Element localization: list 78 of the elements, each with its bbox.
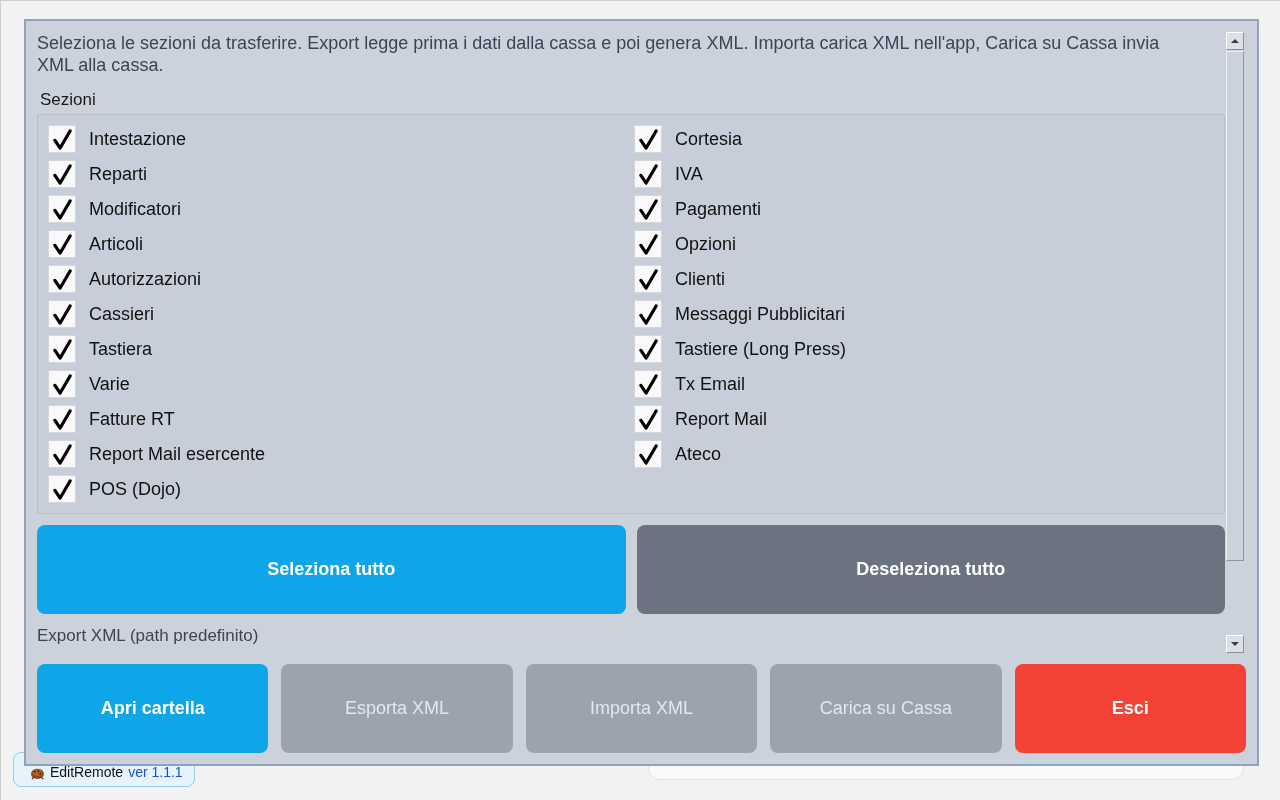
check-icon [52,233,72,255]
checkbox[interactable] [634,230,662,258]
checkbox[interactable] [634,160,662,188]
check-icon [52,408,72,430]
checkbox[interactable] [48,440,76,468]
sections-label: Sezioni [40,90,96,110]
checkbox[interactable] [48,125,76,153]
checkbox-label: Opzioni [675,233,737,255]
checkbox[interactable] [48,195,76,223]
export-label: Export XML (path predefinito) [37,625,259,647]
description-text: Seleziona le sezioni da trasferire. Export legge prima i dati dalla cassa e poi genera XML. Importa carica XML nell'app, Carica su Cassa invia XML alla cassa. [37,32,1161,76]
check-icon [52,163,72,185]
checkbox-label: Ateco [675,443,722,465]
check-icon [638,408,658,430]
checkbox[interactable] [48,265,76,293]
check-icon [52,198,72,220]
check-icon [52,478,72,500]
app-name: EditRemote [50,764,124,780]
checkbox[interactable] [48,300,76,328]
checkbox-label: Cortesia [675,128,743,150]
checkbox-label: Tastiera [89,338,153,360]
check-icon [638,163,658,185]
check-icon [52,373,72,395]
check-icon [52,338,72,360]
checkbox[interactable] [634,300,662,328]
check-icon [638,233,658,255]
scroll-down-button[interactable] [1226,635,1244,653]
checkbox-label: Report Mail esercente [89,443,266,465]
version-label: ver 1.1.1 [128,764,183,780]
checkbox-label: POS (Dojo) [89,478,182,500]
checkbox[interactable] [634,195,662,223]
checkbox-label: Tx Email [675,373,745,395]
check-icon [52,443,72,465]
action-button[interactable]: Apri cartella [37,664,269,753]
checkbox-label: Messaggi Pubblicitari [675,303,846,325]
check-icon [638,198,658,220]
checkbox[interactable] [634,335,662,363]
checkbox[interactable] [48,335,76,363]
check-icon [52,303,72,325]
checkbox-label: Pagamenti [675,198,762,220]
checkbox[interactable] [634,440,662,468]
check-icon [638,268,658,290]
checkbox-label: Fatture RT [89,408,175,430]
check-icon [638,338,658,360]
check-icon [638,303,658,325]
check-icon [52,128,72,150]
up-arrow-icon [1231,39,1239,43]
checkbox[interactable] [634,370,662,398]
checkbox-label: Tastiere (Long Press) [675,338,847,360]
checkbox-label: IVA [675,163,703,185]
check-icon [52,268,72,290]
checkbox-label: Modificatori [89,198,182,220]
down-arrow-icon [1231,642,1239,646]
scrollbar-thumb[interactable] [1226,51,1244,561]
app-icon [30,767,45,780]
check-icon [638,373,658,395]
checkbox[interactable] [634,405,662,433]
checkbox[interactable] [634,125,662,153]
action-button[interactable]: Esci [1014,664,1246,753]
checkbox-label: Cassieri [89,303,154,325]
select-all-button[interactable]: Seleziona tutto [37,525,626,614]
checkbox-label: Varie [89,373,130,395]
checkbox-label: Autorizzazioni [89,268,202,290]
checkbox-label: Reparti [89,163,148,185]
deselect-all-button[interactable]: Deseleziona tutto [636,525,1225,614]
checkbox-label: Report Mail [675,408,768,430]
checkbox[interactable] [48,230,76,258]
checkbox-label: Articoli [89,233,143,255]
checkbox[interactable] [634,265,662,293]
checkbox[interactable] [48,405,76,433]
checkbox-label: Clienti [675,268,726,290]
checkbox[interactable] [48,370,76,398]
checkbox-label: Intestazione [89,128,187,150]
check-icon [638,443,658,465]
scroll-up-button[interactable] [1226,32,1244,50]
check-icon [638,128,658,150]
checkbox[interactable] [48,160,76,188]
checkbox[interactable] [48,475,76,503]
